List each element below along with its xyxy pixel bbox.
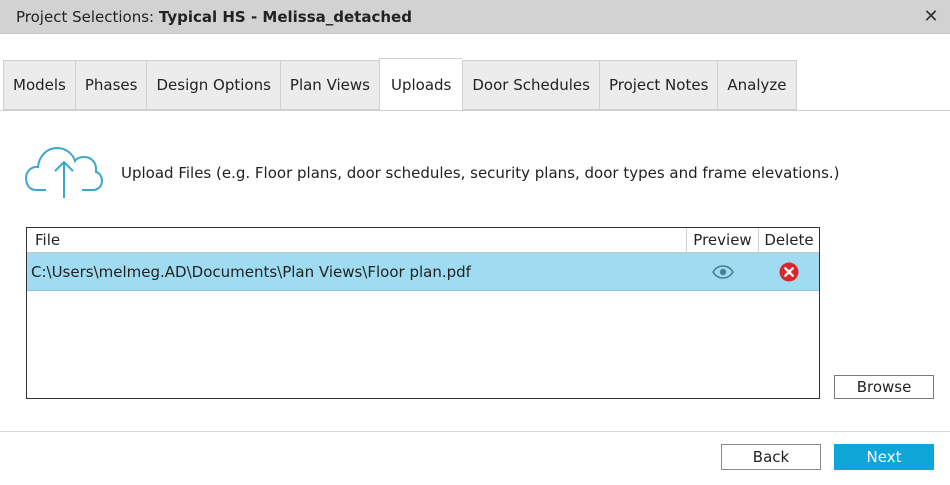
title-project: Typical HS - Melissa_detached [158, 8, 412, 26]
table-header: File Preview Delete [27, 228, 819, 253]
cloud-upload-icon [24, 146, 104, 198]
tab-plan-views[interactable]: Plan Views [279, 60, 379, 110]
file-path: C:\Users\melmeg.AD\Documents\Plan Views\… [31, 262, 471, 281]
tab-uploads[interactable]: Uploads [379, 58, 463, 111]
preview-button[interactable] [687, 253, 759, 290]
close-button[interactable]: ✕ [920, 5, 942, 27]
tab-phases[interactable]: Phases [74, 60, 147, 110]
column-preview[interactable]: Preview [687, 228, 759, 252]
delete-button[interactable] [759, 253, 819, 290]
tab-divider [0, 110, 950, 111]
column-file[interactable]: File [27, 228, 687, 252]
table-row[interactable]: C:\Users\melmeg.AD\Documents\Plan Views\… [27, 253, 819, 291]
tab-design-options[interactable]: Design Options [146, 60, 280, 110]
eye-icon [712, 264, 734, 279]
title-bar: Project Selections: Typical HS - Melissa… [0, 0, 950, 34]
tab-project-notes[interactable]: Project Notes [598, 60, 718, 110]
next-button[interactable]: Next [834, 444, 934, 470]
tab-models[interactable]: Models [3, 60, 75, 110]
title-prefix: Project Selections: [16, 8, 155, 26]
column-delete[interactable]: Delete [759, 228, 819, 252]
window-title: Project Selections: Typical HS - Melissa… [16, 8, 412, 26]
tab-analyze[interactable]: Analyze [717, 60, 797, 110]
tab-bar: Models Phases Design Options Plan Views … [3, 58, 797, 111]
upload-instructions: Upload Files (e.g. Floor plans, door sch… [121, 164, 840, 182]
back-button[interactable]: Back [721, 444, 821, 470]
files-table: File Preview Delete C:\Users\melmeg.AD\D… [26, 227, 820, 399]
browse-button[interactable]: Browse [834, 375, 934, 399]
tab-door-schedules[interactable]: Door Schedules [462, 60, 599, 110]
close-icon: ✕ [923, 5, 939, 27]
delete-icon [779, 262, 799, 281]
footer-divider [0, 431, 950, 432]
